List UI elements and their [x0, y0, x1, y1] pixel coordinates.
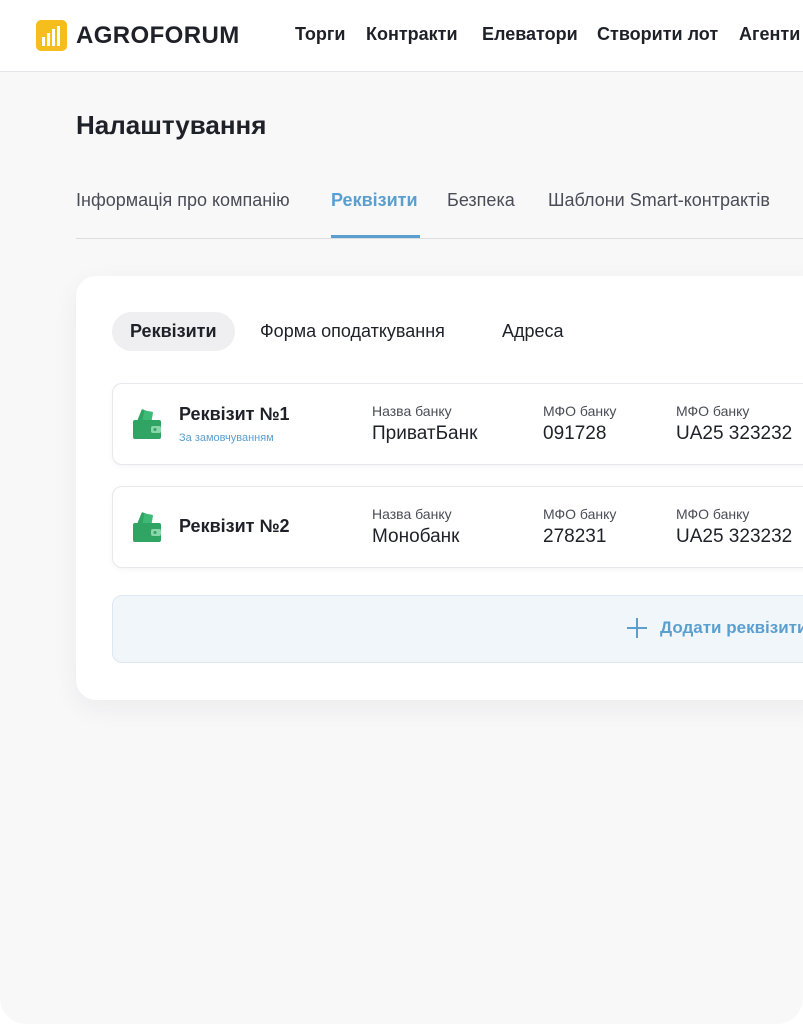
nav-item-auctions[interactable]: Торги — [295, 24, 345, 45]
app-frame: AGROFORUM Торги Контракти Елеватори Ство… — [0, 0, 803, 1024]
top-header: AGROFORUM Торги Контракти Елеватори Ство… — [0, 0, 803, 72]
settings-tabs: Інформація про компанію Реквізити Безпек… — [76, 190, 803, 239]
requisite-title: Реквізит №2 — [179, 516, 290, 536]
tab-company-info[interactable]: Інформація про компанію — [76, 190, 290, 239]
wallet-icon — [133, 512, 161, 542]
add-requisites-content: Додати реквізити — [627, 618, 803, 638]
subtab-address[interactable]: Адреса — [502, 312, 564, 351]
bank-mfo-label: МФО банку — [543, 403, 617, 419]
bank-mfo-label: МФО банку — [543, 506, 617, 522]
tab-requisites[interactable]: Реквізити — [331, 190, 418, 239]
subtab-tax-form[interactable]: Форма оподаткування — [260, 312, 445, 351]
bank-mfo-value: 278231 — [543, 526, 607, 547]
requisite-title: Реквізит №1 — [179, 404, 290, 424]
grain-bars-icon — [36, 20, 67, 51]
nav-item-agents[interactable]: Агенти — [739, 24, 800, 45]
add-requisites-label: Додати реквізити — [660, 618, 803, 637]
tab-smart-contract-templates[interactable]: Шаблони Smart-контрактів — [548, 190, 770, 239]
page-title: Налаштування — [76, 110, 267, 140]
active-tab-indicator — [331, 235, 420, 238]
requisite-row[interactable]: Реквізит №2 Назва банку Монобанк МФО бан… — [112, 486, 803, 568]
bank-name-value: ПриватБанк — [372, 423, 478, 444]
bank-name-value: Монобанк — [372, 526, 460, 547]
subtab-requisites[interactable]: Реквізити — [112, 312, 235, 351]
brand-name: AGROFORUM — [76, 21, 240, 49]
iban-value: UA25 323232 — [676, 526, 793, 547]
requisite-row[interactable]: Реквізит №1 За замовчуванням Назва банку… — [112, 383, 803, 465]
tab-security[interactable]: Безпека — [447, 190, 515, 239]
add-requisites-button[interactable]: Додати реквізити — [112, 595, 803, 663]
logo[interactable]: AGROFORUM — [36, 20, 240, 51]
iban-label: МФО банку — [676, 403, 750, 419]
bank-name-label: Назва банку — [372, 403, 452, 419]
iban-label: МФО банку — [676, 506, 750, 522]
bank-name-label: Назва банку — [372, 506, 452, 522]
requisites-card: Реквізити Форма оподаткування Адреса Рек… — [76, 276, 803, 700]
plus-icon — [627, 618, 647, 638]
nav-item-elevators[interactable]: Елеватори — [482, 24, 578, 45]
default-badge: За замовчуванням — [179, 432, 274, 444]
bank-mfo-value: 091728 — [543, 423, 607, 444]
wallet-icon — [133, 409, 161, 439]
iban-value: UA25 323232 — [676, 423, 793, 444]
nav-item-contracts[interactable]: Контракти — [366, 24, 458, 45]
nav-item-create-lot[interactable]: Створити лот — [597, 24, 718, 45]
